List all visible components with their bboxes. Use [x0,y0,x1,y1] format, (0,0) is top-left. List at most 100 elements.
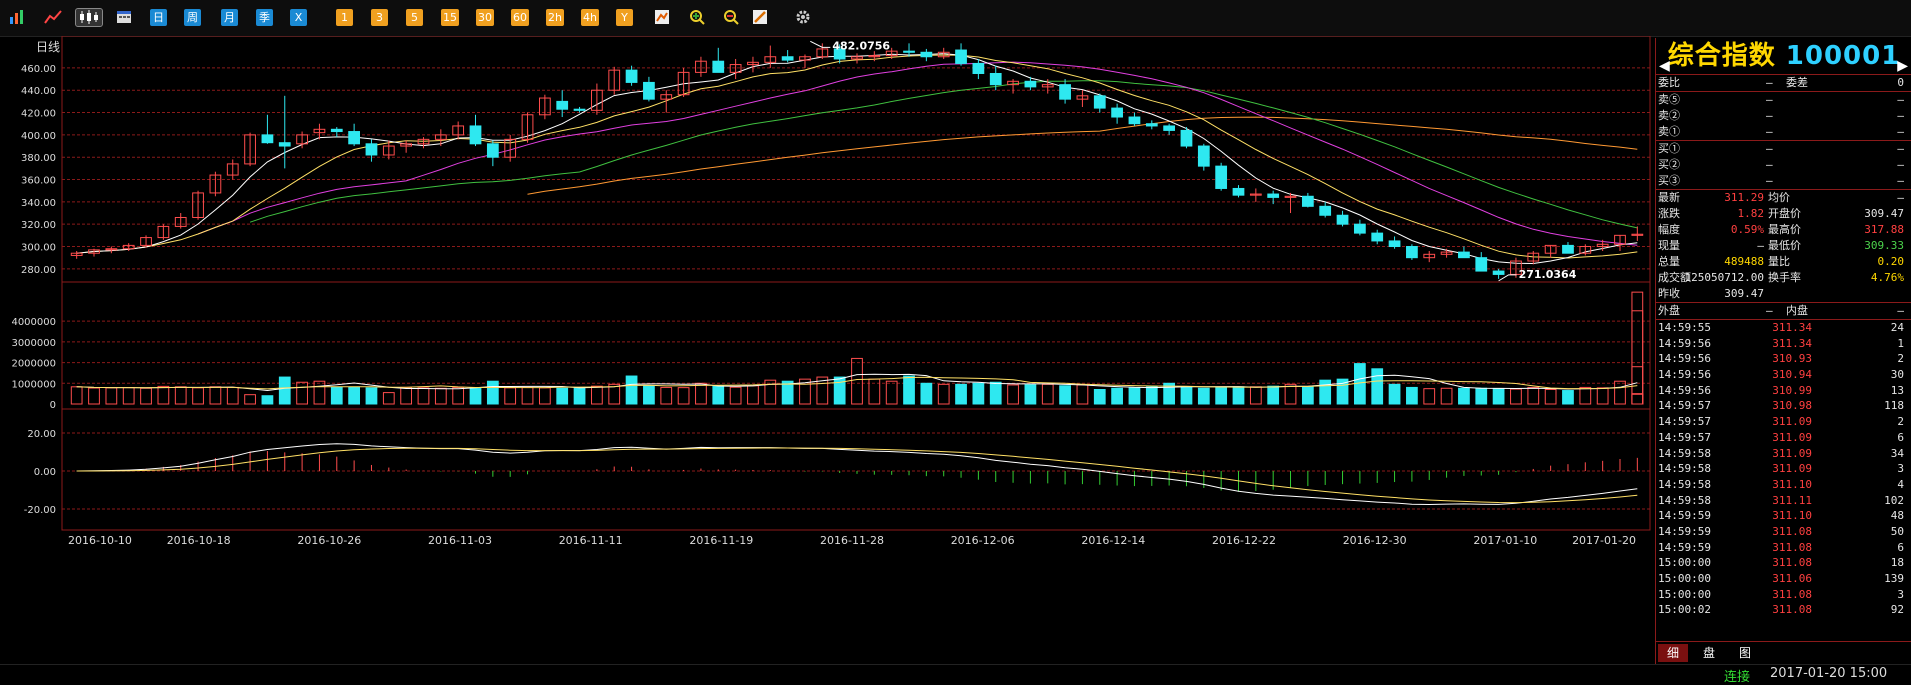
order-ratio-row: 委比 — 委差 0 [1656,74,1911,91]
volume-bar [1440,387,1453,405]
minute-period-button-1[interactable]: 3 [371,9,388,26]
ma10-line [76,54,1638,259]
stat-value-2: 309.47 [1864,207,1904,220]
stat-value: — [1757,239,1764,252]
volume-bar [1631,393,1644,405]
quote-panel: ◀ 综合指数 100001 ▶ 委比 — 委差 0 卖⑤ — — 卖② — — 卖① — — 买… [1655,38,1911,664]
level-label: 买③ [1658,174,1680,187]
minute-period-button-2[interactable]: 5 [406,9,423,26]
tick-volume: 139 [1884,572,1904,585]
tab-chart[interactable]: 图 [1730,644,1760,662]
candle-body [330,128,343,133]
minute-period-button-7[interactable]: 4h [581,9,599,26]
volume-bar [625,375,638,405]
volume-bar [469,387,482,405]
tab-book[interactable]: 盘 [1694,644,1724,662]
tick-time: 14:59:56 [1658,368,1711,382]
candle-body [486,143,499,158]
stat-label-2: 开盘价 [1768,207,1801,220]
period-button-3[interactable]: 季 [256,9,273,26]
candle-body [1406,246,1418,259]
volume-bar [989,381,1002,405]
level-price: — [1766,174,1773,187]
tick-time: 14:59:59 [1658,540,1711,554]
price-tick-label: 340.00 [21,198,56,209]
volume-bar [382,392,395,405]
level-label: 卖⑤ [1658,93,1680,106]
volume-bar [1024,384,1037,405]
volume-bar [1579,386,1592,405]
stat-value: 311.29 [1724,191,1764,204]
bar-chart-icon[interactable] [8,9,25,26]
tab-detail[interactable]: 细 [1658,644,1688,662]
volume-bar [1562,390,1574,405]
period-button-0[interactable]: 日 [150,9,167,26]
minute-period-button-3[interactable]: 15 [441,9,459,26]
stat-label: 涨跌 [1658,207,1680,220]
gear-icon[interactable] [794,9,811,26]
volume-bar [729,386,742,405]
ma5-line [76,53,1638,265]
calendar-icon[interactable] [115,9,132,26]
kline-chart[interactable]: 日线 460.00 440.00 420.00 400.00 380.00 360.00 34… [0,35,1655,664]
stat-label-2: 最高价 [1768,223,1801,236]
pen-icon[interactable] [751,9,768,26]
trade-tick-row: 14:59:56 310.94 30 [1656,367,1911,383]
volume-bar [88,387,100,405]
period-button-4[interactable]: X [290,9,307,26]
volume-bar [504,387,517,405]
volume-bar [1631,393,1644,405]
period-button-1[interactable]: 周 [184,9,201,26]
minute-period-button-8[interactable]: Y [616,9,633,26]
period-button-2[interactable]: 月 [221,9,238,26]
stat-label: 幅度 [1658,223,1680,236]
line-chart-icon[interactable] [44,9,62,26]
panel-tabs: 细 盘 图 [1656,641,1911,664]
tick-volume: 34 [1890,446,1904,460]
draw-icon[interactable] [653,9,670,26]
volume-bar [174,386,187,405]
volume-bar [573,386,586,405]
candle-body [643,81,655,100]
candle-body [556,100,569,110]
ratio-label: 委比 [1658,76,1680,89]
zoom-in-icon[interactable] [688,9,705,26]
level-price: — [1766,125,1773,138]
chart-svg[interactable]: 日线 460.00 440.00 420.00 400.00 380.00 360.00 34… [0,35,1655,664]
candle-body [1371,232,1384,242]
stat-value: 0.59% [1730,223,1764,236]
volume-bar [1631,310,1644,405]
tick-volume: 1 [1897,336,1904,350]
date-tick-label: 2017-01-20 [1572,534,1636,547]
tick-price: 310.94 [1772,368,1812,382]
date-tick-label: 2016-12-22 [1212,534,1276,547]
trade-tick-row: 14:59:59 311.08 50 [1656,524,1911,540]
bids-level-row: 买② — — [1656,157,1911,173]
candle-body [365,143,378,156]
zoom-out-icon[interactable] [722,9,739,26]
volume-bar [244,394,256,405]
index-name: 综合指数 [1667,41,1776,71]
tick-time: 14:59:58 [1658,493,1711,507]
candlestick-icon[interactable] [75,8,103,27]
tick-time: 15:00:00 [1658,587,1711,601]
stat-label-2: 最低价 [1768,239,1801,252]
ratio-value: — [1766,76,1773,89]
minute-period-button-5[interactable]: 60 [511,9,529,26]
candle-body [989,72,1002,86]
minute-period-button-4[interactable]: 30 [476,9,494,26]
trade-tick-row: 14:59:56 311.34 1 [1656,336,1911,352]
candle-body [1562,244,1574,254]
volume-tick-label: 1000000 [11,379,56,390]
minute-period-button-0[interactable]: 1 [336,9,353,26]
bids-level-row: 买① — — [1656,141,1911,157]
volume-bar [157,385,170,405]
minute-period-button-6[interactable]: 2h [546,9,564,26]
candle-body [955,49,967,64]
trade-tick-row: 15:00:00 311.06 139 [1656,571,1911,587]
status-bar: 连接 2017-01-20 15:00 [0,664,1911,685]
candle-body [278,142,291,147]
connection-status: 连接 [1724,670,1751,685]
volume-bar [209,386,222,405]
volume-bar [1544,389,1557,405]
